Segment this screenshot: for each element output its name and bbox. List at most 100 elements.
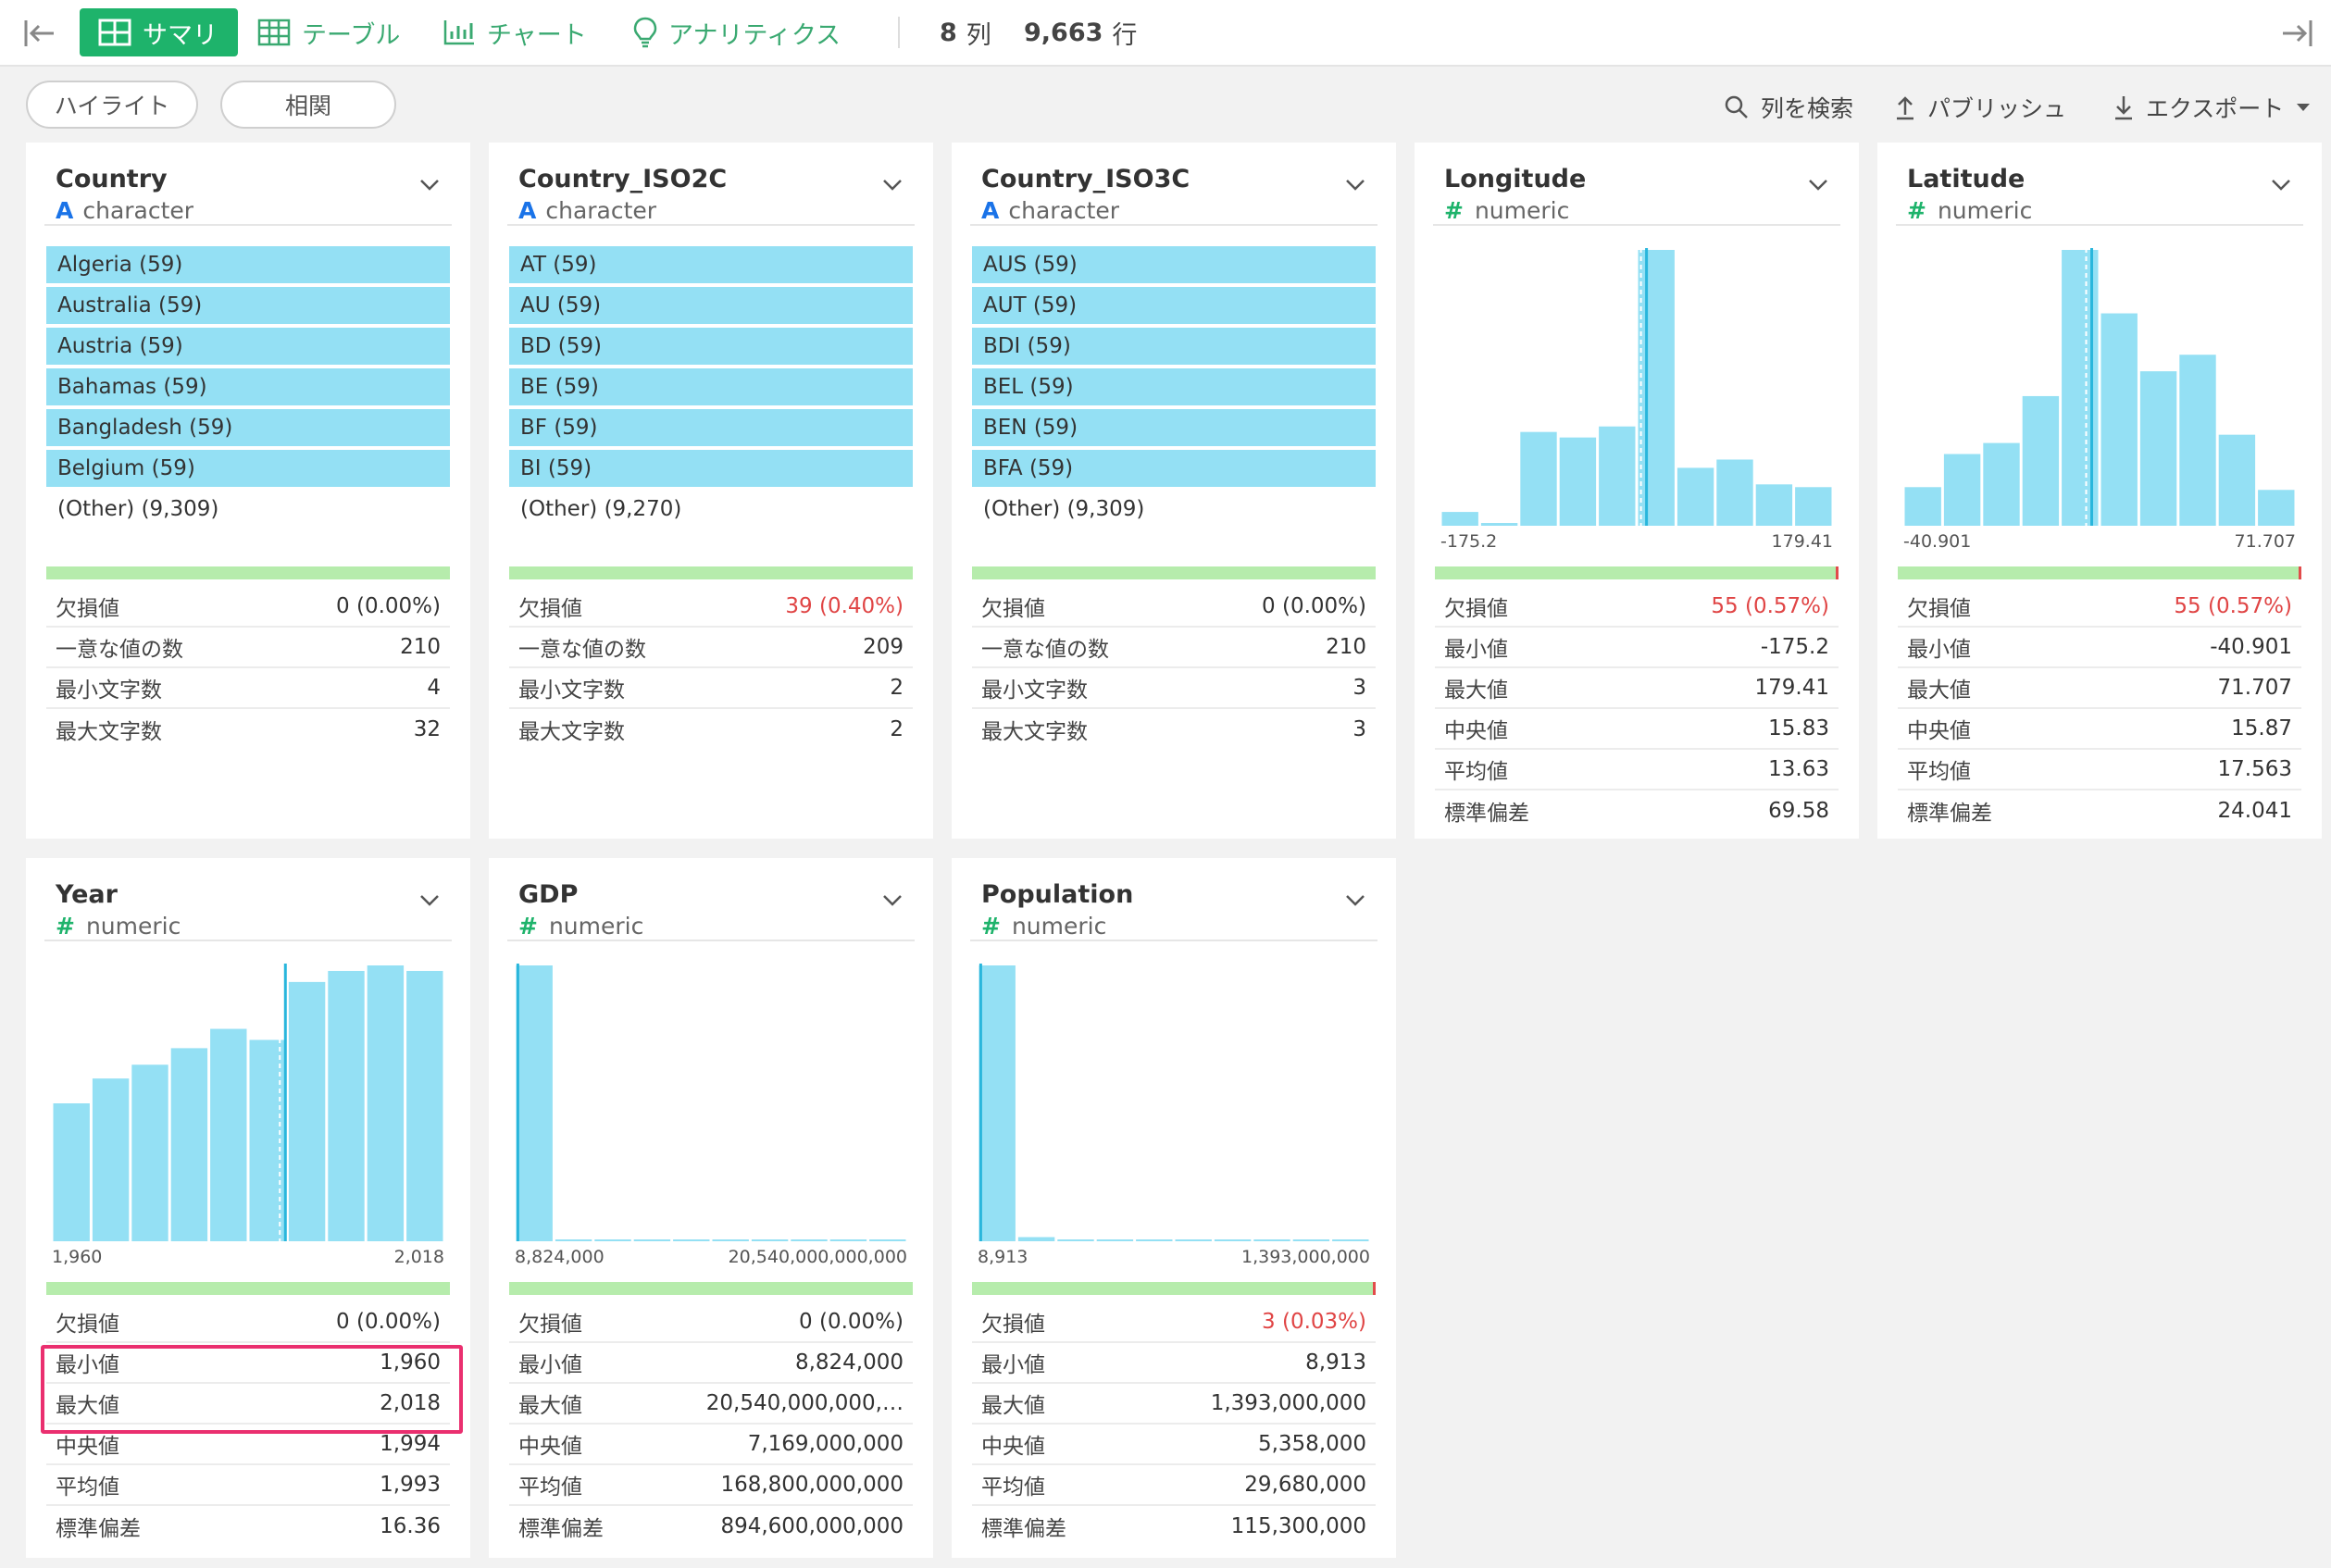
top-value-bar[interactable]: Austria (59) [46, 328, 450, 365]
histogram-bar[interactable] [1983, 442, 2020, 526]
chevron-down-icon[interactable] [418, 178, 441, 196]
histogram-bar[interactable] [1943, 454, 1981, 526]
chevron-down-icon[interactable] [1344, 178, 1366, 196]
histogram-bar[interactable] [1677, 467, 1714, 526]
histogram-bar[interactable] [1441, 512, 1478, 526]
tab-summary[interactable]: サマリ [80, 8, 238, 56]
histogram-bar[interactable] [2100, 313, 2138, 526]
histogram-bar[interactable] [2139, 371, 2177, 526]
numeric-type-icon: # [1444, 197, 1464, 224]
chevron-down-icon[interactable] [881, 893, 904, 912]
export-button[interactable]: エクスポート [2113, 89, 2312, 126]
stat-label: 標準偏差 [518, 1517, 604, 1541]
collapse-right-icon[interactable] [2279, 15, 2316, 52]
stat-row: 標準偏差 24.041 [1898, 790, 2301, 831]
histogram-bar[interactable] [1716, 459, 1753, 526]
histogram-bar[interactable] [979, 965, 1016, 1241]
stat-value: 0 (0.00%) [1262, 594, 1366, 618]
histogram-bar[interactable] [1096, 1239, 1134, 1241]
top-value-bar[interactable]: AUS (59) [972, 246, 1376, 283]
histogram-bar[interactable] [328, 970, 365, 1241]
histogram-bar[interactable] [367, 965, 405, 1241]
histogram-bar[interactable] [2179, 355, 2216, 526]
histogram-bar[interactable] [1292, 1239, 1330, 1241]
top-value-bar[interactable]: BF (59) [509, 409, 913, 446]
stat-value: 0 (0.00%) [799, 1310, 904, 1334]
highlight-button[interactable]: ハイライト [26, 81, 198, 129]
histogram-bar[interactable] [1520, 431, 1557, 526]
histogram-bar[interactable] [1480, 523, 1518, 526]
histogram-bar[interactable] [288, 981, 326, 1241]
top-value-bar[interactable]: BI (59) [509, 450, 913, 487]
histogram-bar[interactable] [791, 1239, 828, 1241]
histogram-bar[interactable] [1253, 1239, 1290, 1241]
top-value-bar[interactable]: BDI (59) [972, 328, 1376, 365]
collapse-left-icon[interactable] [20, 15, 57, 52]
top-value-bar[interactable]: BEN (59) [972, 409, 1376, 446]
top-value-bar[interactable]: Bahamas (59) [46, 368, 450, 405]
histogram-bar[interactable] [1755, 484, 1793, 526]
chevron-down-icon[interactable] [1344, 893, 1366, 912]
data-quality-bar[interactable] [509, 1282, 913, 1295]
data-quality-bar[interactable] [1435, 566, 1839, 579]
data-quality-bar[interactable] [509, 566, 913, 579]
histogram-bar[interactable] [1332, 1239, 1369, 1241]
chevron-down-icon[interactable] [1807, 178, 1829, 196]
histogram-bar[interactable] [1017, 1237, 1055, 1241]
histogram-bar[interactable] [1638, 250, 1675, 526]
histogram-bar[interactable] [131, 1064, 168, 1241]
histogram-bar[interactable] [594, 1239, 631, 1241]
correlation-button[interactable]: 相関 [220, 81, 396, 129]
histogram-bar[interactable] [1057, 1239, 1094, 1241]
top-value-bar[interactable]: AUT (59) [972, 287, 1376, 324]
histogram-bar[interactable] [751, 1239, 789, 1241]
stat-label: 最大文字数 [981, 720, 1088, 744]
histogram-bar[interactable] [92, 1078, 130, 1241]
histogram-bar[interactable] [406, 970, 443, 1241]
histogram-bar[interactable] [555, 1239, 592, 1241]
histogram-bar[interactable] [1599, 426, 1636, 526]
histogram-bar[interactable] [1559, 437, 1597, 526]
histogram-bar[interactable] [1175, 1239, 1212, 1241]
top-value-bar[interactable]: BE (59) [509, 368, 913, 405]
top-value-bar[interactable]: Bangladesh (59) [46, 409, 450, 446]
data-quality-bar[interactable] [46, 566, 450, 579]
chevron-down-icon[interactable] [881, 178, 904, 196]
top-value-bar[interactable]: AT (59) [509, 246, 913, 283]
top-value-bar[interactable]: Algeria (59) [46, 246, 450, 283]
tab-chart[interactable]: チャート [443, 8, 587, 56]
histogram-bar[interactable] [1904, 487, 1941, 526]
histogram-bar[interactable] [712, 1239, 749, 1241]
histogram-bar[interactable] [1214, 1239, 1252, 1241]
data-quality-bar[interactable] [46, 1282, 450, 1295]
histogram-bar[interactable] [2022, 395, 2060, 526]
tab-table[interactable]: テーブル [257, 8, 400, 56]
histogram-bar[interactable] [2218, 434, 2256, 526]
histogram-bar[interactable] [2258, 490, 2295, 526]
top-value-bar[interactable]: Belgium (59) [46, 450, 450, 487]
histogram-bar[interactable] [210, 1028, 247, 1241]
histogram-bar[interactable] [673, 1239, 710, 1241]
histogram-bar[interactable] [869, 1239, 906, 1241]
histogram-bar[interactable] [1136, 1239, 1173, 1241]
data-quality-bar[interactable] [972, 1282, 1376, 1295]
tab-analytics[interactable]: アナリティクス [633, 8, 841, 56]
chevron-down-icon[interactable] [2270, 178, 2292, 196]
histogram-bar[interactable] [170, 1048, 208, 1241]
histogram-bar[interactable] [53, 1103, 90, 1241]
histogram-bar[interactable] [633, 1239, 671, 1241]
top-value-bar[interactable]: AU (59) [509, 287, 913, 324]
histogram-bar[interactable] [829, 1239, 867, 1241]
search-columns-button[interactable]: 列を検索 [1724, 89, 1853, 126]
top-value-bar[interactable]: BFA (59) [972, 450, 1376, 487]
publish-button[interactable]: パブリッシュ [1894, 89, 2066, 126]
top-value-bar[interactable]: BEL (59) [972, 368, 1376, 405]
chevron-down-icon[interactable] [418, 893, 441, 912]
data-quality-bar[interactable] [972, 566, 1376, 579]
top-value-bar[interactable]: BD (59) [509, 328, 913, 365]
histogram-bar[interactable] [516, 965, 553, 1241]
stat-label: 最小値 [518, 1353, 582, 1377]
data-quality-bar[interactable] [1898, 566, 2301, 579]
top-value-bar[interactable]: Australia (59) [46, 287, 450, 324]
histogram-bar[interactable] [1795, 487, 1832, 526]
